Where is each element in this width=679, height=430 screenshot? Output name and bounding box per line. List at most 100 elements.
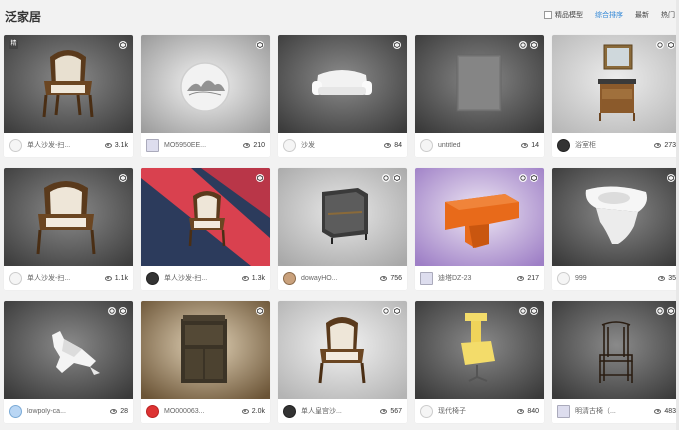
model-thumbnail[interactable] (415, 35, 544, 133)
model-thumbnail[interactable] (141, 301, 270, 399)
model-thumbnail[interactable] (278, 35, 407, 133)
model-thumbnail[interactable]: 精 (4, 35, 133, 133)
carved-cabinet-thumbnail-image (141, 301, 270, 399)
eye-icon (104, 142, 112, 148)
eye-icon (654, 408, 662, 414)
model-card[interactable]: 精 单人沙发-扫... 3.1k (4, 35, 133, 157)
model-card[interactable]: lowpoly-ca... 28 (4, 301, 133, 423)
model-name[interactable]: lowpoly-ca... (27, 408, 110, 415)
vr-icon (519, 174, 527, 182)
model-card[interactable]: 现代椅子 840 (415, 301, 544, 423)
author-avatar[interactable] (146, 271, 159, 285)
model-thumbnail[interactable] (415, 301, 544, 399)
model-thumbnail[interactable] (4, 301, 133, 399)
model-thumbnail[interactable] (415, 168, 544, 266)
author-avatar[interactable] (557, 138, 570, 152)
view-count-value: 567 (390, 407, 402, 415)
sort-comprehensive[interactable]: 综合排序 (595, 10, 623, 20)
modern-chair-thumbnail-image (415, 301, 544, 399)
3d-cube-icon (393, 174, 401, 182)
model-thumbnail[interactable] (278, 168, 407, 266)
model-card[interactable]: MO5950EE... 210 (141, 35, 270, 157)
model-name[interactable]: 现代椅子 (438, 406, 517, 416)
box-thumbnail-image (415, 35, 544, 133)
eye-icon (658, 275, 666, 281)
view-count-value: 14 (531, 141, 539, 149)
author-avatar[interactable] (557, 404, 570, 418)
3d-cube-icon (393, 307, 401, 315)
vr-icon (382, 307, 390, 315)
armchair-thumbnail-image (278, 301, 407, 399)
author-avatar[interactable] (146, 404, 159, 418)
view-count-value: 2.0k (251, 407, 265, 415)
author-avatar[interactable] (283, 271, 296, 285)
3d-cube-icon (530, 174, 538, 182)
model-name[interactable]: MO5950EE... (164, 142, 243, 149)
model-name[interactable]: dowayHO... (301, 275, 380, 282)
cabinet-thumbnail-image (278, 168, 407, 266)
model-thumbnail[interactable] (4, 168, 133, 266)
premium-filter-checkbox[interactable]: 精品模型 (544, 10, 583, 20)
model-name[interactable]: 单人沙发-扫... (27, 140, 105, 150)
view-count: 217 (517, 275, 539, 282)
view-count: 3.1k (104, 142, 128, 149)
model-name[interactable]: 单人沙发-扫... (27, 273, 105, 283)
author-avatar[interactable] (420, 271, 433, 285)
card-footer: untitled 14 (415, 133, 544, 157)
model-card[interactable]: 999 35 (552, 168, 679, 290)
model-name[interactable]: 迪塔DZ-23 (438, 273, 517, 283)
model-card[interactable]: 单人沙发-扫... 1.3k (141, 168, 270, 290)
author-avatar[interactable] (9, 271, 22, 285)
view-count-value: 1.3k (251, 274, 265, 282)
author-avatar[interactable] (283, 138, 296, 152)
model-card[interactable]: MO000063... 2.0k (141, 301, 270, 423)
model-thumbnail[interactable] (552, 35, 679, 133)
model-thumbnail[interactable] (141, 35, 270, 133)
model-name[interactable]: 单人皇宫沙... (301, 406, 380, 416)
model-thumbnail[interactable] (278, 301, 407, 399)
lowpoly-cat-thumbnail-image (4, 301, 133, 399)
model-card[interactable]: untitled 14 (415, 35, 544, 157)
author-avatar[interactable] (283, 404, 296, 418)
model-card[interactable]: dowayHO... 756 (278, 168, 407, 290)
author-avatar[interactable] (146, 138, 159, 152)
model-name[interactable]: 单人沙发-扫... (164, 273, 242, 283)
model-card[interactable]: 单人皇宫沙... 567 (278, 301, 407, 423)
3d-cube-icon (119, 41, 127, 49)
sort-popular[interactable]: 热门 (661, 10, 675, 20)
model-card[interactable]: 迪塔DZ-23 217 (415, 168, 544, 290)
model-thumbnail[interactable] (141, 168, 270, 266)
3d-cube-icon (393, 41, 401, 49)
vr-icon (382, 174, 390, 182)
vr-icon (656, 41, 664, 49)
view-count-value: 756 (390, 274, 402, 282)
model-name[interactable]: MO000063... (164, 408, 242, 415)
eye-icon (517, 408, 525, 414)
card-footer: 明清古椅（... 483 (552, 399, 679, 423)
model-card[interactable]: 沙发 84 (278, 35, 407, 157)
view-count-value: 210 (253, 141, 265, 149)
model-name[interactable]: untitled (438, 142, 521, 149)
eye-icon (384, 142, 392, 148)
model-thumbnail[interactable] (552, 168, 679, 266)
model-thumbnail[interactable] (552, 301, 679, 399)
author-avatar[interactable] (420, 404, 433, 418)
author-avatar[interactable] (557, 271, 570, 285)
model-name[interactable]: 浴室柜 (575, 140, 654, 150)
checkbox-icon[interactable] (544, 11, 552, 19)
model-card[interactable]: 单人沙发-扫... 1.1k (4, 168, 133, 290)
model-name[interactable]: 明清古椅（... (575, 406, 654, 416)
model-name[interactable]: 沙发 (301, 140, 384, 150)
3d-cube-icon (667, 307, 675, 315)
model-card[interactable]: 浴室柜 273 (552, 35, 679, 157)
3d-cube-icon (667, 41, 675, 49)
author-avatar[interactable] (420, 138, 433, 152)
author-avatar[interactable] (9, 138, 22, 152)
card-footer: MO000063... 2.0k (141, 399, 270, 423)
model-name[interactable]: 999 (575, 275, 658, 282)
author-avatar[interactable] (9, 404, 22, 418)
card-footer: 单人沙发-扫... 3.1k (4, 133, 133, 157)
page-header: 泛家居 精品模型 综合排序 最新 热门 (0, 0, 679, 30)
sort-newest[interactable]: 最新 (635, 10, 649, 20)
model-card[interactable]: 明清古椅（... 483 (552, 301, 679, 423)
